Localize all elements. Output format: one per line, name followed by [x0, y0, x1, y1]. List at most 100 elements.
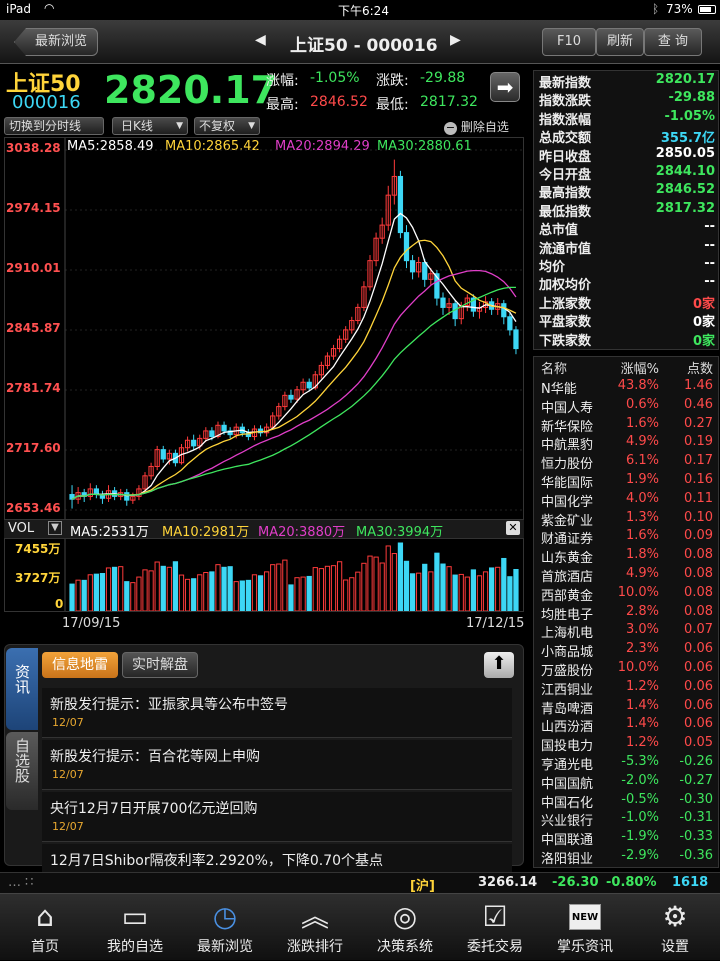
stock-row[interactable]: 兴业银行 -1.0% -0.31	[535, 810, 717, 829]
stock-row[interactable]: N华能 43.8% 1.46	[535, 378, 717, 397]
tab-gear[interactable]: ⚙ 设置	[630, 894, 720, 961]
next-arrow-icon[interactable]: ▶	[450, 32, 461, 48]
candle-body	[221, 424, 227, 432]
volume-bar	[69, 583, 75, 611]
volume-bar	[87, 574, 93, 611]
stock-pct: 1.3%	[625, 509, 659, 525]
index-info-row: 上涨家数 0家	[535, 293, 715, 312]
stock-row[interactable]: 国投电力 1.2% 0.05	[535, 735, 717, 754]
tab-folder[interactable]: ▭ 我的自选	[90, 894, 180, 961]
stock-row[interactable]: 中国化学 4.0% 0.11	[535, 491, 717, 510]
stock-row[interactable]: 中国石化 -0.5% -0.30	[535, 792, 717, 811]
tab-home[interactable]: ⌂ 首页	[0, 894, 90, 961]
stock-row[interactable]: 华能国际 1.9% 0.16	[535, 472, 717, 491]
wifi-icon: ◠	[44, 1, 55, 15]
index-info-row: 加权均价 --	[535, 274, 715, 293]
stock-points: 0.08	[684, 547, 713, 563]
tab-info-mines[interactable]: 信息地雷	[42, 652, 118, 678]
volume-chart-panel: 7455万 3727万 0	[4, 538, 524, 612]
y-tick-label: 2717.60	[6, 440, 61, 455]
stock-row[interactable]: 均胜电子 2.8% 0.08	[535, 604, 717, 623]
volume-bar	[300, 576, 306, 611]
index-info-row: 总成交额 355.7亿	[535, 127, 715, 146]
index-info-value: -1.05%	[664, 108, 716, 124]
tab-target[interactable]: ◎ 决策系统	[360, 894, 450, 961]
volume-bar	[118, 566, 124, 611]
prev-arrow-icon[interactable]: ◀	[255, 32, 266, 48]
clock-icon: ◷	[212, 900, 238, 933]
stock-row[interactable]: 江西铜业 1.2% 0.06	[535, 679, 717, 698]
tab-label: 我的自选	[107, 939, 163, 955]
switch-timeshare-button[interactable]: 切换到分时线	[4, 117, 104, 135]
volume-bar	[391, 553, 397, 611]
tab-new-badge[interactable]: NEW 掌乐资讯	[540, 894, 630, 961]
volume-bar	[470, 569, 477, 611]
index-info-row: 流通市值 --	[535, 238, 715, 257]
kline-chart-panel[interactable]: MA5:2858.49 MA10:2865.42 MA20:2894.29 MA…	[4, 137, 524, 520]
tab-clock[interactable]: ◷ 最新浏览	[180, 894, 270, 961]
stock-points: -0.36	[679, 848, 713, 863]
stock-row[interactable]: 山西汾酒 1.4% 0.06	[535, 716, 717, 735]
stock-points: 0.17	[684, 453, 713, 469]
stock-row[interactable]: 青岛啤酒 1.4% 0.06	[535, 698, 717, 717]
stock-row[interactable]: 中航黑豹 4.9% 0.19	[535, 434, 717, 453]
stock-row[interactable]: 上海机电 3.0% 0.07	[535, 622, 717, 641]
news-title: 央行12月7日开展700亿元逆回购	[50, 801, 258, 817]
stock-row[interactable]: 财通证券 1.6% 0.09	[535, 528, 717, 547]
tab-chevrons-up[interactable]: ︽ 涨跌排行	[270, 894, 360, 961]
delete-watchlist-button[interactable]: − 删除自选	[444, 118, 509, 135]
stock-row[interactable]: 中国人寿 0.6% 0.46	[535, 397, 717, 416]
index-price: 2820.17	[104, 68, 278, 112]
tab-realtime-analysis[interactable]: 实时解盘	[122, 652, 198, 678]
volume-bar	[239, 580, 245, 611]
index-info-row: 均价 --	[535, 256, 715, 275]
stock-row[interactable]: 西部黄金 10.0% 0.08	[535, 585, 717, 604]
col-name: 名称	[541, 362, 568, 377]
back-button[interactable]: 最新浏览	[14, 28, 98, 56]
stock-row[interactable]: 洛阳钼业 -2.9% -0.36	[535, 848, 717, 867]
candle-body	[288, 394, 294, 400]
market-ticker[interactable]: … ∷ [沪] 3266.14 -26.30 -0.80% 1618亿	[0, 872, 720, 909]
device-label: iPad	[6, 2, 32, 16]
f10-button[interactable]: F10	[542, 28, 596, 56]
period-dropdown[interactable]: 日K线 ▼	[112, 117, 188, 135]
side-tab-watchlist[interactable]: 自选股	[6, 732, 38, 810]
news-item[interactable]: 新股发行提示：百合花等网上申购 12/07	[42, 740, 512, 790]
volume-bar	[81, 579, 87, 611]
news-item[interactable]: 央行12月7日开展700亿元逆回购 12/07	[42, 792, 512, 842]
volume-bar	[233, 581, 239, 611]
news-title: 新股发行提示：百合花等网上申购	[50, 749, 260, 765]
stock-row[interactable]: 中国国航 -2.0% -0.27	[535, 773, 717, 792]
scroll-top-button[interactable]: ⬆	[484, 652, 514, 678]
stock-row[interactable]: 中国联通 -1.9% -0.33	[535, 829, 717, 848]
refresh-button[interactable]: 刷新	[596, 28, 644, 56]
news-item[interactable]: 新股发行提示：亚振家具等公布中签号 12/07	[42, 688, 512, 738]
stock-row[interactable]: 小商品城 2.3% 0.06	[535, 641, 717, 660]
stock-row[interactable]: 山东黄金 1.8% 0.08	[535, 547, 717, 566]
stock-name: 万盛股份	[541, 664, 594, 679]
side-tab-info[interactable]: 资讯	[6, 648, 38, 730]
index-info-value: --	[704, 256, 715, 271]
index-info-label: 流通市值	[539, 241, 592, 257]
stock-name: 中国国航	[541, 776, 594, 792]
index-code: 000016	[12, 92, 81, 113]
stock-row[interactable]: 万盛股份 10.0% 0.06	[535, 660, 717, 679]
index-info-row: 总市值 --	[535, 219, 715, 238]
close-icon[interactable]: ✕	[506, 521, 520, 535]
stock-row[interactable]: 亨通光电 -5.3% -0.26	[535, 754, 717, 773]
stock-row[interactable]: 恒力股份 6.1% 0.17	[535, 453, 717, 472]
tab-checkbox[interactable]: ☑ 委托交易	[450, 894, 540, 961]
query-button[interactable]: 查 询	[644, 28, 702, 56]
stock-name: 兴业银行	[541, 814, 594, 830]
quote-header: 上证50 000016 2820.17 涨幅: -1.05% 涨跌: -29.8…	[0, 64, 528, 116]
stock-row[interactable]: 紫金矿业 1.3% 0.10	[535, 510, 717, 529]
volume-bar	[343, 579, 349, 611]
volume-dropdown-icon[interactable]: ▼	[48, 521, 62, 535]
index-info-label: 最低指数	[539, 204, 592, 220]
stock-row[interactable]: 新华保险 1.6% 0.27	[535, 416, 717, 435]
adjust-dropdown[interactable]: 不复权 ▼	[194, 117, 260, 135]
volume-bar	[458, 573, 464, 611]
volume-bar	[203, 572, 209, 611]
stock-row[interactable]: 首旅酒店 4.9% 0.08	[535, 566, 717, 585]
share-arrow-button[interactable]: ➡	[490, 72, 520, 102]
